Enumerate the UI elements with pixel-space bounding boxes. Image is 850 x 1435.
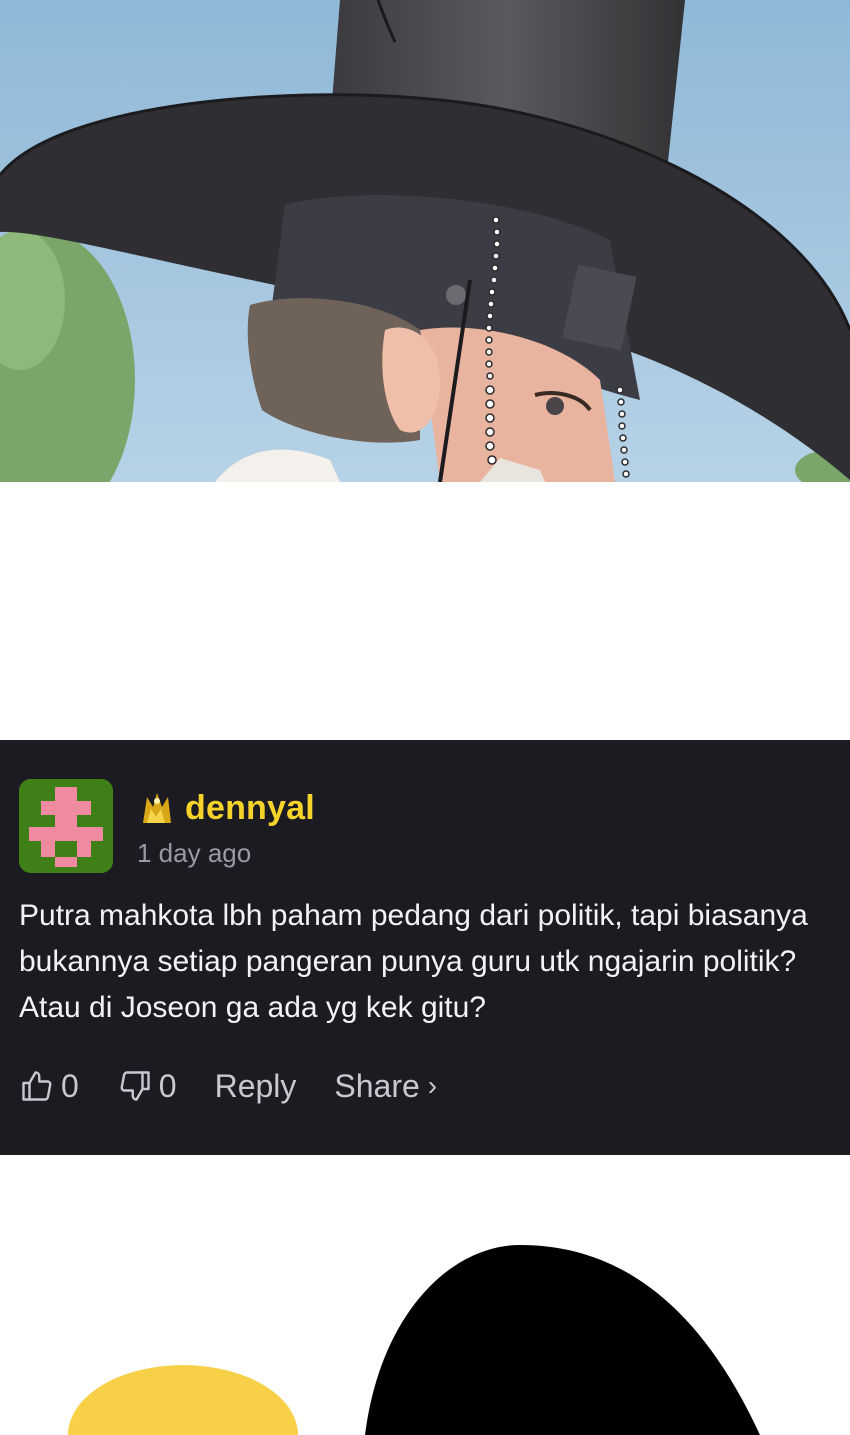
dislike-count: 0 [158,1067,177,1104]
thumbs-down-icon [117,1068,153,1104]
thumbs-up-icon [19,1068,55,1104]
manga-illustration-gat-hat [0,0,850,482]
manga-panel-bottom [0,1155,850,1435]
share-label: Share [334,1067,420,1104]
like-count: 0 [61,1067,79,1104]
reply-label: Reply [214,1067,297,1104]
reply-button[interactable]: Reply [215,1068,297,1105]
share-button[interactable]: Share › [334,1068,437,1105]
comment-body: Putra mahkota lbh paham pedang dari poli… [19,899,808,1024]
comment-username[interactable]: dennyal [185,789,315,828]
comment-actions: 0 0 Reply Share › [19,1062,437,1110]
manga-panel-top [0,0,850,482]
manga-illustration-silhouettes [68,1245,760,1435]
gold-badge-icon [137,789,175,827]
panel-gap [0,482,850,740]
like-button[interactable]: 0 [19,1068,79,1105]
comment-user-row: dennyal [137,786,315,830]
pixel-avatar-icon[interactable] [19,779,113,873]
chevron-right-icon: › [427,1070,438,1101]
comment-timestamp: 1 day ago [137,838,252,868]
dislike-button[interactable]: 0 [117,1068,177,1105]
